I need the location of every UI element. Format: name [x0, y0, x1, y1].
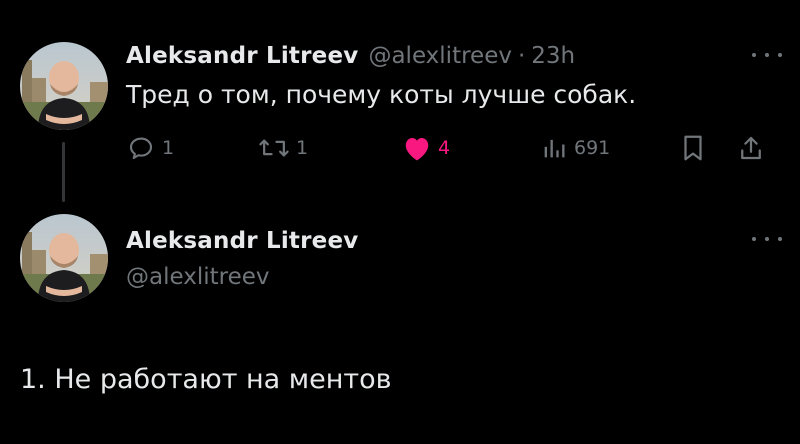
tweet-text: 1. Не работают на ментов — [20, 364, 392, 395]
share-icon — [741, 136, 761, 160]
avatar[interactable] — [20, 42, 108, 130]
heart-icon — [405, 138, 429, 161]
retweet-button[interactable]: 1 — [258, 130, 308, 166]
view-count: 691 — [574, 137, 611, 159]
tweet-timestamp[interactable]: 23h — [531, 43, 575, 69]
more-icon[interactable] — [752, 48, 782, 62]
views-icon — [544, 139, 565, 158]
avatar-image — [20, 42, 108, 130]
like-count: 4 — [438, 137, 451, 159]
avatar[interactable] — [20, 214, 108, 302]
retweet-count: 1 — [296, 137, 309, 159]
bookmark-button[interactable] — [680, 130, 706, 166]
display-name[interactable]: Aleksandr Litreev — [126, 43, 358, 69]
bookmark-icon — [684, 135, 702, 161]
display-name[interactable]: Aleksandr Litreev — [126, 228, 358, 254]
separator-dot: · — [517, 43, 526, 69]
username-handle[interactable]: @alexlitreev — [126, 264, 270, 290]
tweet-header: Aleksandr Litreev @alexlitreev · 23h — [126, 40, 575, 72]
views-button[interactable]: 691 — [540, 130, 610, 166]
reply-button[interactable]: 1 — [126, 130, 174, 166]
avatar-image — [20, 214, 108, 302]
like-button[interactable]: 4 — [402, 130, 450, 166]
reply-count: 1 — [162, 137, 175, 159]
reply-icon — [129, 137, 153, 160]
tweet-text: Тред о том, почему коты лучше собак. — [126, 80, 637, 109]
username-handle[interactable]: @alexlitreev — [368, 43, 512, 69]
more-icon[interactable] — [752, 232, 782, 246]
retweet-icon — [259, 139, 289, 157]
share-button[interactable] — [738, 130, 764, 166]
thread-line — [62, 142, 65, 202]
